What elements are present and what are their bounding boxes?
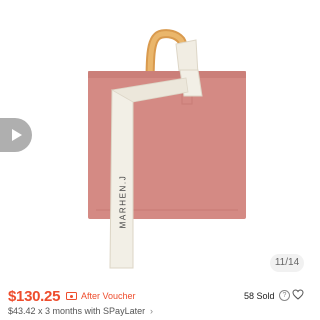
- bag-illustration: [88, 29, 246, 269]
- price: $130.25: [8, 288, 61, 305]
- sold-count: 58 Sold: [244, 291, 275, 301]
- voucher-label[interactable]: After Voucher: [81, 291, 136, 301]
- strap-brand-text: MARHEN.J: [118, 174, 128, 228]
- chevron-right-icon: ›: [150, 306, 153, 316]
- image-counter: 11/14: [270, 254, 304, 272]
- play-icon: [12, 129, 22, 141]
- voucher-icon: [66, 292, 77, 300]
- heart-icon[interactable]: [292, 289, 304, 300]
- price-bar: $130.25 After Voucher 58 Sold ? $43.42 x…: [0, 281, 312, 320]
- help-icon[interactable]: ?: [279, 290, 290, 301]
- product-image[interactable]: MARHEN.J 11/14: [0, 0, 312, 281]
- spaylater-link[interactable]: $43.42 x 3 months with SPayLater: [8, 306, 145, 316]
